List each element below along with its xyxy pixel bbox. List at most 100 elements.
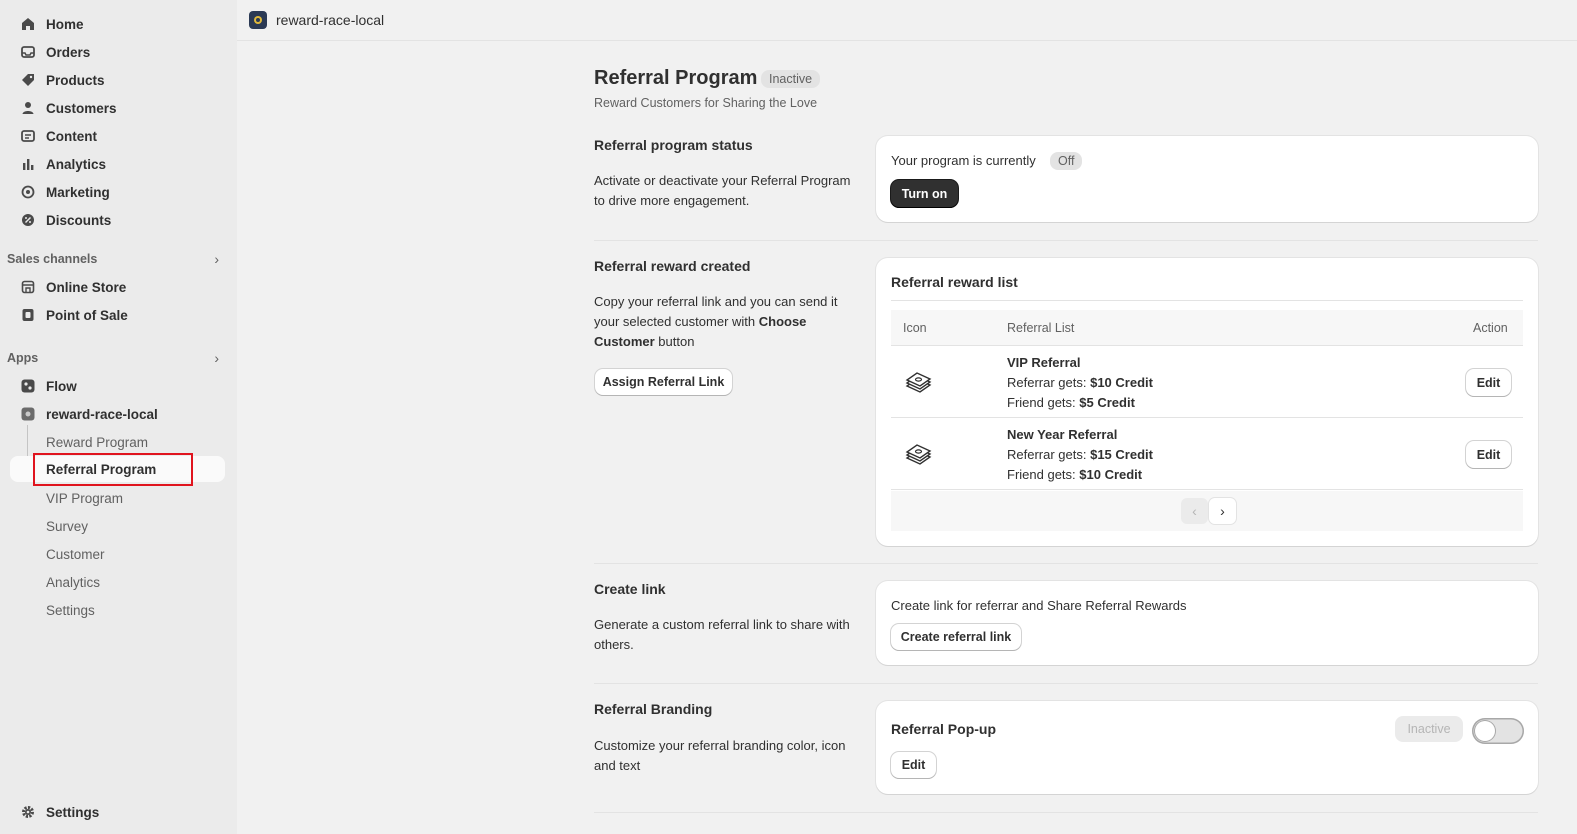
home-icon [20,16,36,32]
status-card-text: Your program is currently [891,153,1036,168]
nav-point-of-sale-label: Point of Sale [46,307,128,323]
nav-home[interactable]: Home [10,11,225,37]
money-stack-icon [905,444,932,465]
pagination-next-button[interactable]: › [1209,498,1236,524]
nav-settings[interactable]: Settings [10,799,225,825]
create-link-card-text: Create link for referrar and Share Refer… [891,598,1187,613]
nav-home-label: Home [46,16,84,32]
popup-toggle[interactable] [1472,718,1524,744]
apps-label: Apps [7,351,39,365]
nav-content-label: Content [46,128,97,144]
sub-settings[interactable]: Settings [10,597,225,623]
referrar-value: $10 Credit [1090,375,1153,390]
nav-reward-race-local-label: reward-race-local [46,406,158,422]
nav-marketing-label: Marketing [46,184,110,200]
status-off-badge: Off [1050,152,1083,170]
nav-orders-label: Orders [46,44,91,60]
friend-value: $5 Credit [1079,395,1135,410]
store-icon [20,279,36,295]
column-header-icon: Icon [903,321,927,335]
bar-chart-icon [20,156,36,172]
reward-section-title: Referral reward created [594,258,751,274]
divider [594,683,1538,684]
assign-referral-link-button[interactable]: Assign Referral Link [595,369,732,395]
app-logo-icon [249,11,267,29]
referrar-gets: Referrar gets: $10 Credit [1007,375,1153,390]
pagination-prev-button[interactable]: ‹ [1181,498,1208,524]
table-row: VIP Referral Referrar gets: $10 Credit F… [891,346,1523,418]
nav-content[interactable]: Content [10,123,225,149]
nav-discounts-label: Discounts [46,212,112,228]
nav-analytics[interactable]: Analytics [10,151,225,177]
sub-vip-program[interactable]: VIP Program [10,485,225,511]
popup-edit-button[interactable]: Edit [891,752,936,778]
nav-customers[interactable]: Customers [10,95,225,121]
sub-customer[interactable]: Customer [10,541,225,567]
status-section-title: Referral program status [594,137,753,153]
popup-status-badge: Inactive [1395,716,1463,742]
nav-online-store[interactable]: Online Store [10,274,225,300]
top-bar: reward-race-local [237,0,1577,41]
column-header-action: Action [1473,321,1508,335]
referrar-gets: Referrar gets: $15 Credit [1007,447,1153,462]
status-section-description: Activate or deactivate your Referral Pro… [594,173,851,208]
friend-value: $10 Credit [1079,467,1143,482]
create-link-card: Create link for referrar and Share Refer… [876,581,1538,665]
chevron-right-icon[interactable]: › [214,350,219,366]
create-link-section-description: Generate a custom referral link to share… [594,617,850,652]
nav-discounts[interactable]: Discounts [10,207,225,233]
nav-online-store-label: Online Store [46,279,127,295]
page-title: Referral Program [594,67,758,89]
friend-label: Friend gets: [1007,467,1080,482]
content-icon [20,128,36,144]
nav-products-label: Products [46,72,105,88]
nav-flow-label: Flow [46,378,77,394]
sidebar: Home Orders Products Customers Content A… [0,0,237,834]
sub-survey[interactable]: Survey [10,513,225,539]
nav-orders[interactable]: Orders [10,39,225,65]
tag-icon [20,72,36,88]
friend-gets: Friend gets: $10 Credit [1007,467,1142,482]
chevron-right-icon[interactable]: › [214,251,219,267]
page-subtitle: Reward Customers for Sharing the Love [594,96,818,110]
status-badge: Inactive [761,70,821,88]
sub-item-label: Customer [46,546,105,562]
sub-item-label: Reward Program [46,434,149,450]
divider [594,812,1538,813]
branding-section-description: Customize your referral branding color, … [594,738,846,773]
referral-name: New Year Referral [1007,427,1118,442]
app-name: reward-race-local [276,12,385,28]
nav-flow[interactable]: Flow [10,373,225,399]
sales-channels-header: Sales channels › [7,249,225,269]
app-icon [20,406,36,422]
apps-header: Apps › [7,348,225,368]
referrar-value: $15 Credit [1090,447,1153,462]
create-referral-link-button[interactable]: Create referral link [891,624,1021,650]
target-icon [20,184,36,200]
reward-list-title: Referral reward list [891,274,1018,290]
divider [594,240,1538,241]
toggle-knob [1475,721,1495,741]
status-card: Your program is currently Off Turn on [876,136,1538,222]
table-header: Icon Referral List Action [891,310,1523,346]
sub-reward-program[interactable]: Reward Program [10,429,225,455]
money-stack-icon [905,372,932,393]
sub-analytics[interactable]: Analytics [10,569,225,595]
referrar-label: Referrar gets: [1007,375,1091,390]
nav-reward-race-local[interactable]: reward-race-local [10,401,225,427]
nav-point-of-sale[interactable]: Point of Sale [10,302,225,328]
sub-item-label: VIP Program [46,490,124,506]
highlight-box [33,453,193,486]
nav-products[interactable]: Products [10,67,225,93]
edit-button[interactable]: Edit [1466,441,1511,468]
divider [891,300,1523,301]
divider [594,563,1538,564]
column-header-referral-list: Referral List [1007,321,1075,335]
nav-settings-label: Settings [46,804,100,820]
pos-icon [20,307,36,323]
turn-on-button[interactable]: Turn on [891,180,958,207]
table-row: New Year Referral Referrar gets: $15 Cre… [891,418,1523,490]
nav-marketing[interactable]: Marketing [10,179,225,205]
referrar-label: Referrar gets: [1007,447,1091,462]
edit-button[interactable]: Edit [1466,369,1511,396]
